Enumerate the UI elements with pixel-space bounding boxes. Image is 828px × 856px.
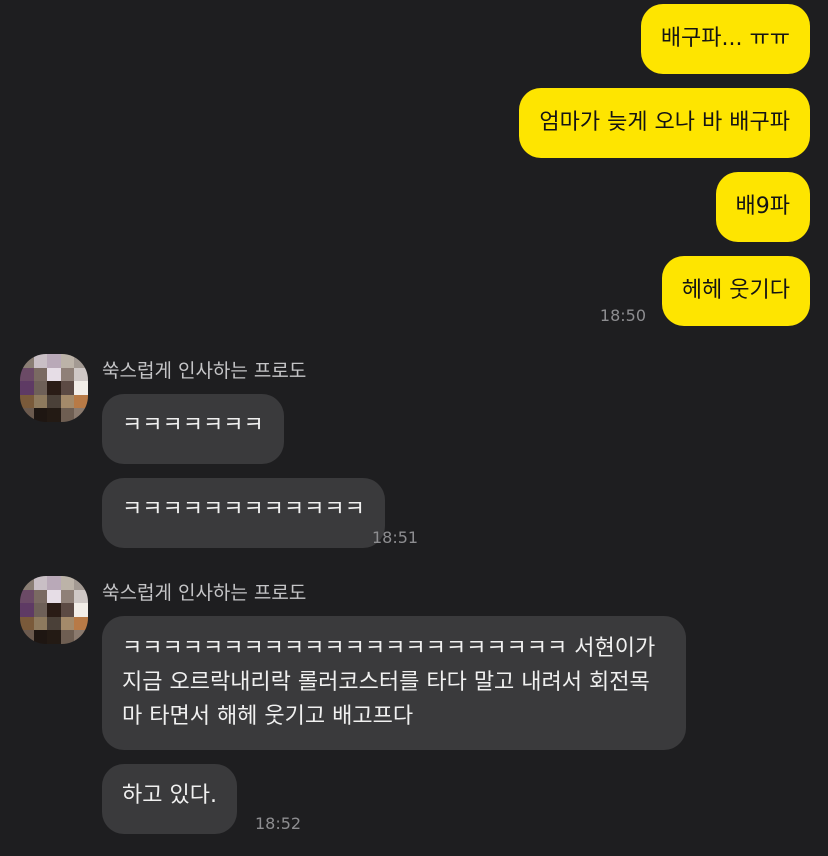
avatar[interactable]	[20, 576, 88, 644]
message-timestamp: 18:52	[255, 814, 302, 833]
message-timestamp: 18:51	[372, 528, 419, 547]
received-message[interactable]: ㅋㅋㅋㅋㅋㅋㅋ	[102, 394, 284, 464]
sender-name: 쑥스럽게 인사하는 프로도	[102, 582, 307, 604]
sent-message[interactable]: 배9파	[715, 172, 810, 242]
sent-message[interactable]: 헤헤 웃기다	[661, 256, 810, 326]
received-message[interactable]: ㅋㅋㅋㅋㅋㅋㅋㅋㅋㅋㅋㅋ	[102, 478, 385, 548]
sent-message[interactable]: 배구파... ㅠㅠ	[640, 4, 810, 74]
sent-message[interactable]: 엄마가 늦게 오나 바 배구파	[519, 88, 810, 158]
message-timestamp: 18:50	[599, 306, 646, 325]
avatar[interactable]	[20, 354, 88, 422]
sender-name: 쑥스럽게 인사하는 프로도	[102, 360, 307, 382]
received-message[interactable]: 하고 있다.	[102, 764, 237, 834]
received-message[interactable]: ㅋㅋㅋㅋㅋㅋㅋㅋㅋㅋㅋㅋㅋㅋㅋㅋㅋㅋㅋㅋㅋㅋ 서현이가 지금 오르락내리락 롤러…	[102, 616, 686, 750]
